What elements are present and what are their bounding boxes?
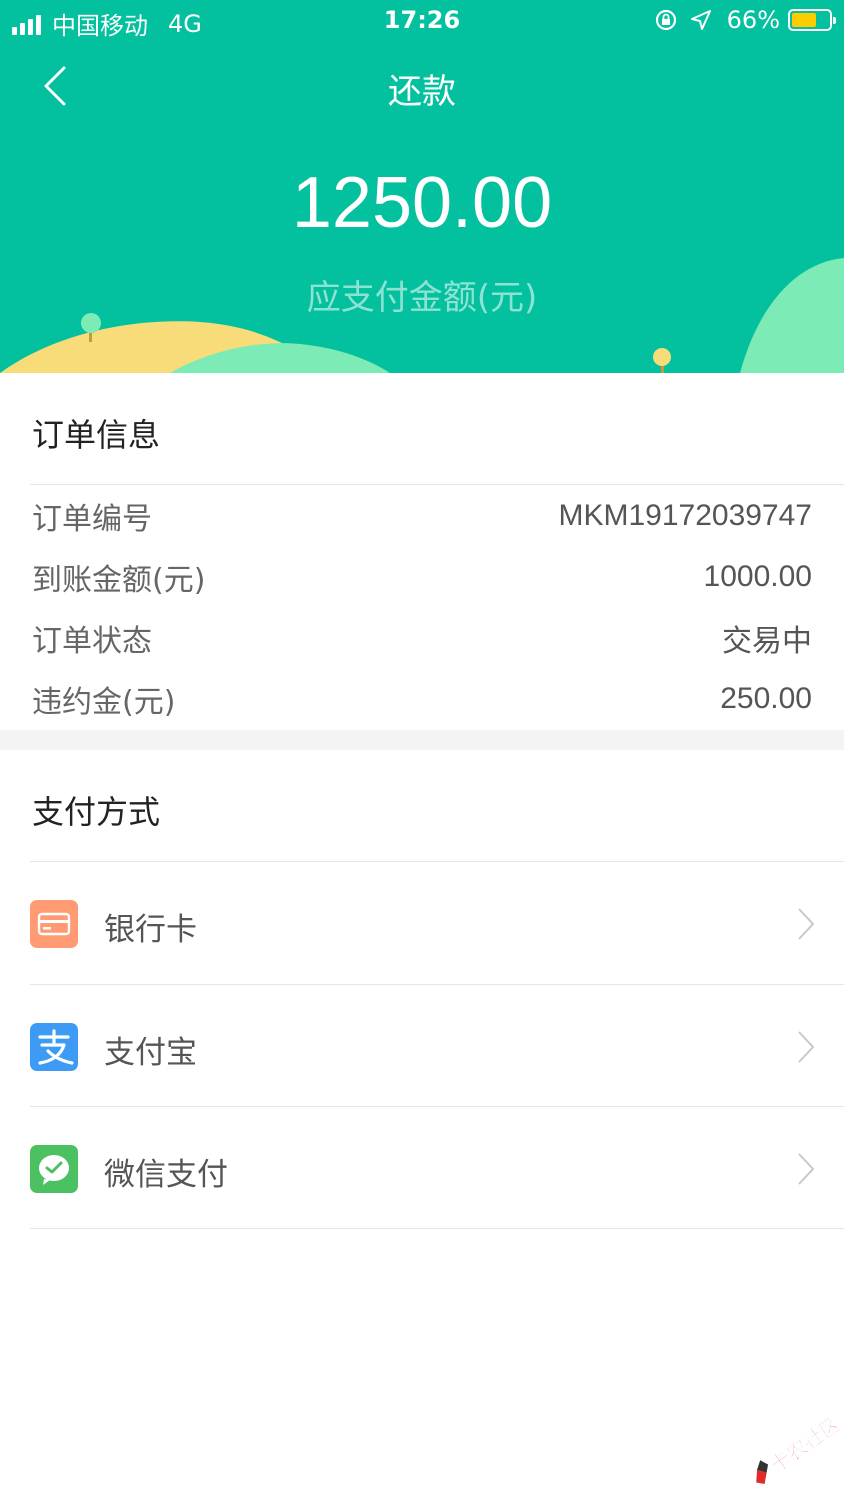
divider <box>30 1228 844 1229</box>
bank-card-label: 银行卡 <box>104 912 197 948</box>
alipay-icon <box>30 1023 78 1071</box>
order-status-label: 订单状态 <box>32 624 152 659</box>
chevron-right-icon <box>798 908 815 940</box>
watermark-logo: 卡农社区 <box>756 1418 840 1484</box>
payment-method-wechat-pay[interactable]: 微信支付 <box>30 1107 844 1229</box>
chevron-right-icon <box>798 1153 815 1185</box>
order-info-title: 订单信息 <box>32 416 161 454</box>
svg-text:卡农社区: 卡农社区 <box>766 1418 840 1477</box>
section-separator <box>0 730 844 750</box>
rotation-lock-icon <box>655 9 676 31</box>
order-number-value: MKM19172039747 <box>558 499 812 532</box>
order-info-row-received-amount: 到账金额(元) 1000.00 <box>32 552 812 602</box>
wechat-pay-label: 微信支付 <box>104 1157 228 1193</box>
order-info-row-status: 订单状态 交易中 <box>32 613 812 663</box>
location-arrow-icon <box>690 10 711 30</box>
penalty-label: 违约金(元) <box>32 685 176 720</box>
alipay-label: 支付宝 <box>104 1035 197 1071</box>
order-number-label: 订单编号 <box>32 502 152 537</box>
order-info-row-order-number: 订单编号 MKM19172039747 <box>32 491 812 541</box>
order-status-value: 交易中 <box>722 624 812 659</box>
status-bar: 中国移动 4G 17:26 66% <box>0 0 844 44</box>
bank-card-icon <box>30 900 78 948</box>
payment-method-alipay[interactable]: 支付宝 <box>30 985 844 1107</box>
battery-icon <box>788 9 836 31</box>
battery-level-fill <box>792 13 816 27</box>
received-amount-value: 1000.00 <box>703 560 812 593</box>
penalty-value: 250.00 <box>720 682 812 715</box>
received-amount-label: 到账金额(元) <box>32 563 206 598</box>
chevron-right-icon <box>798 1031 815 1063</box>
payment-methods-title: 支付方式 <box>32 793 161 831</box>
page-title: 还款 <box>388 72 456 112</box>
payment-method-bank-card[interactable]: 银行卡 <box>30 862 844 984</box>
payment-amount-label: 应支付金额(元) <box>306 278 538 318</box>
header-banner: 中国移动 4G 17:26 66% 还款 1250.00 应支付金额(元) <box>0 0 844 373</box>
wechat-pay-icon <box>30 1145 78 1193</box>
battery-percent: 66% <box>726 6 780 34</box>
order-info-row-penalty: 违约金(元) 250.00 <box>32 674 812 724</box>
divider <box>30 484 844 485</box>
payment-amount: 1250.00 <box>291 163 553 243</box>
